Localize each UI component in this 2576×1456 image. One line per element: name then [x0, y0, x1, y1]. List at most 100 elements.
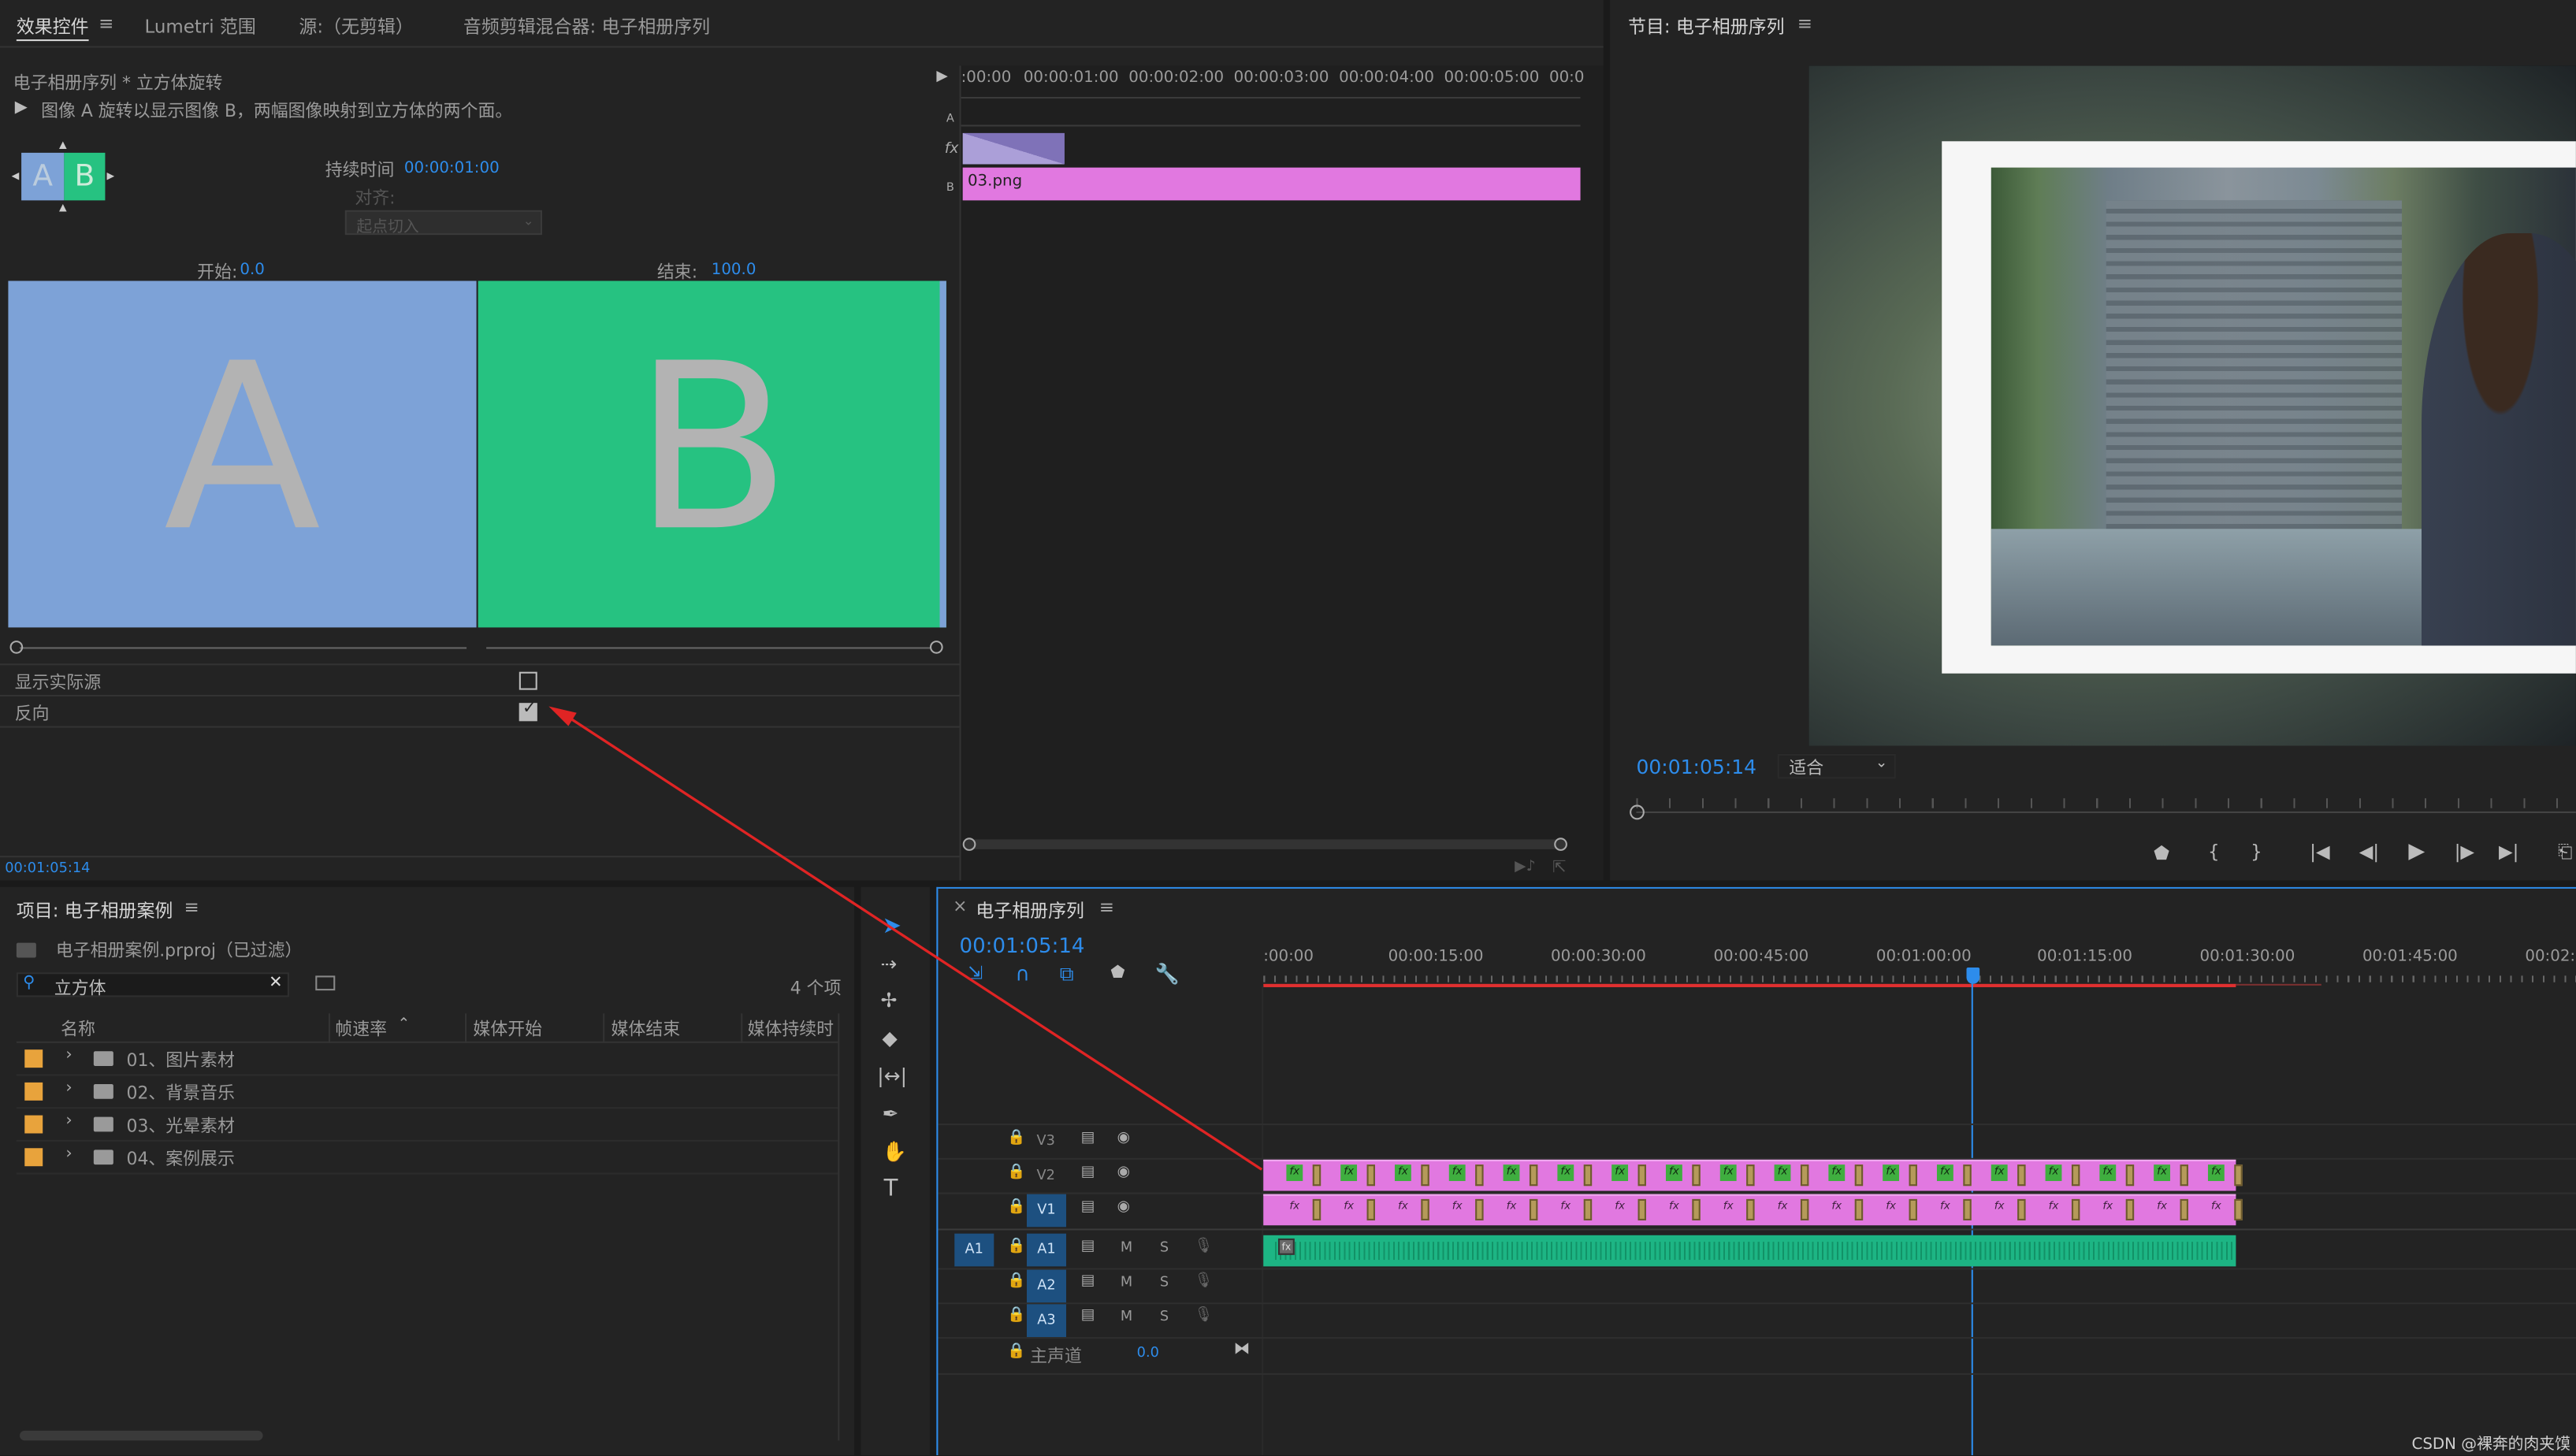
step-forward-icon[interactable]: |▶ — [2455, 841, 2474, 862]
eye-icon[interactable]: ◉ — [1117, 1130, 1130, 1146]
transition-mark[interactable] — [2071, 1198, 2080, 1221]
mark-out-icon[interactable]: } — [2251, 841, 2262, 862]
sync-lock-icon[interactable]: ▤ — [1081, 1130, 1095, 1146]
transition-mark[interactable] — [1963, 1164, 1972, 1187]
start-value[interactable]: 0.0 — [240, 261, 265, 279]
transition-mark[interactable] — [1421, 1164, 1429, 1187]
transition-mark[interactable] — [1909, 1164, 1917, 1187]
ripple-edit-tool-icon[interactable]: ✢ — [880, 989, 897, 1012]
export-frame-icon[interactable]: ⇱ — [1552, 859, 1566, 877]
eye-icon[interactable]: ◉ — [1117, 1164, 1130, 1181]
label-color-swatch[interactable] — [24, 1049, 43, 1068]
sync-lock-icon[interactable]: ▤ — [1081, 1199, 1095, 1216]
thumbnail-arrow-left-icon[interactable]: ◀ — [12, 171, 20, 183]
lock-icon[interactable]: 🔒 — [1007, 1199, 1025, 1216]
transition-mark[interactable] — [1529, 1198, 1538, 1221]
sync-lock-icon[interactable]: ▤ — [1081, 1164, 1095, 1181]
new-search-bin-icon[interactable] — [315, 975, 336, 991]
thumbnail-arrow-down-icon[interactable]: ▲ — [59, 202, 67, 214]
microphone-icon[interactable]: 🎙 — [1195, 1239, 1214, 1255]
transition-mark[interactable] — [2180, 1164, 2188, 1187]
label-color-swatch[interactable] — [24, 1082, 43, 1101]
transition-mark[interactable] — [1312, 1164, 1321, 1187]
transition-mark[interactable] — [1475, 1164, 1484, 1187]
mini-scroll-left-handle[interactable] — [962, 838, 976, 851]
reverse-checkbox[interactable]: ✓ — [519, 700, 537, 722]
track-label-v3[interactable]: V3 — [1037, 1134, 1055, 1150]
fit-dropdown[interactable]: 适合 ⌄ — [1777, 753, 1896, 779]
slip-tool-icon[interactable]: |↔| — [877, 1064, 907, 1087]
wrench-icon[interactable]: 🔧 — [1155, 963, 1180, 986]
hand-tool-icon[interactable]: ✋ — [883, 1140, 907, 1163]
timeline-ruler[interactable]: :00:00 00:00:15:00 00:00:30:00 00:00:45:… — [1263, 943, 2576, 989]
source-patch-a1[interactable]: A1 — [954, 1233, 994, 1267]
audio-scrub-icon[interactable]: ▶♪ — [1515, 859, 1535, 875]
selection-tool-icon[interactable]: ➤ — [883, 913, 901, 939]
play-icon[interactable]: ▶ — [2408, 839, 2425, 864]
lock-icon[interactable]: 🔒 — [1007, 1164, 1025, 1181]
transition-mark[interactable] — [2234, 1198, 2243, 1221]
track-select-tool-icon[interactable]: ⇢ — [880, 953, 897, 975]
go-to-in-icon[interactable]: |◀ — [2310, 841, 2329, 862]
solo-button[interactable]: S — [1160, 1309, 1169, 1326]
mini-transition-clip[interactable] — [962, 132, 1065, 165]
program-timecode[interactable]: 00:01:05:14 — [1636, 756, 1756, 778]
track-target-a2[interactable]: A2 — [1027, 1269, 1067, 1303]
sync-lock-icon[interactable]: ▤ — [1081, 1239, 1095, 1255]
tab-source[interactable]: 源:（无剪辑） — [299, 13, 413, 39]
label-color-swatch[interactable] — [24, 1148, 43, 1167]
transition-mark[interactable] — [1475, 1198, 1484, 1221]
program-scrub-bar[interactable] — [1630, 798, 2576, 821]
transition-mark[interactable] — [1637, 1164, 1646, 1187]
panel-menu-icon[interactable]: ≡ — [99, 13, 113, 35]
type-tool-icon[interactable]: T — [884, 1176, 898, 1202]
solo-button[interactable]: S — [1160, 1240, 1169, 1257]
lock-icon[interactable]: 🔒 — [1007, 1239, 1025, 1255]
transition-mark[interactable] — [1746, 1164, 1755, 1187]
pen-tool-icon[interactable]: ✒ — [883, 1102, 899, 1125]
transition-mark[interactable] — [1637, 1198, 1646, 1221]
razor-tool-icon[interactable]: ◆ — [883, 1027, 898, 1049]
timeline-title[interactable]: 电子相册序列 — [976, 897, 1084, 923]
work-area-bar[interactable] — [1263, 983, 2236, 987]
step-back-icon[interactable]: ◀| — [2359, 841, 2379, 862]
track-target-v1[interactable]: V1 — [1027, 1194, 1067, 1228]
go-to-out-icon[interactable]: ▶| — [2499, 841, 2518, 862]
mini-scrollbar[interactable] — [964, 839, 1566, 849]
panel-menu-icon[interactable]: ≡ — [1797, 13, 1812, 35]
nest-sequence-icon[interactable]: ⇲ — [968, 963, 983, 984]
lift-icon[interactable]: ⎗ — [2558, 841, 2572, 864]
start-slider-handle[interactable] — [9, 641, 24, 654]
column-media-duration[interactable]: 媒体持续时 — [748, 1016, 834, 1041]
column-media-end[interactable]: 媒体结束 — [611, 1016, 681, 1041]
mark-in-icon[interactable]: { — [2208, 841, 2220, 862]
go-to-master-icon[interactable]: ⧓ — [1234, 1340, 1251, 1358]
transition-mark[interactable] — [1963, 1198, 1972, 1221]
tab-lumetri-scopes[interactable]: Lumetri 范围 — [144, 13, 255, 39]
tab-effect-controls[interactable]: 效果控件 — [17, 13, 89, 39]
timeline-timecode[interactable]: 00:01:05:14 — [960, 933, 1085, 957]
transition-mark[interactable] — [2234, 1164, 2243, 1187]
transition-mark[interactable] — [1800, 1164, 1809, 1187]
mini-scroll-right-handle[interactable] — [1554, 838, 1567, 851]
transition-mark[interactable] — [2125, 1164, 2135, 1187]
project-title[interactable]: 项目: 电子相册案例 — [17, 897, 173, 923]
list-item[interactable]: › 04、案例展示 — [16, 1142, 838, 1175]
transition-mark[interactable] — [2180, 1198, 2188, 1221]
play-transition-icon[interactable]: ▶ — [936, 69, 947, 86]
column-name[interactable]: 名称 — [61, 1016, 95, 1041]
linked-selection-icon[interactable]: ⧉ — [1060, 963, 1074, 987]
master-volume-value[interactable]: 0.0 — [1137, 1345, 1159, 1361]
transition-mark[interactable] — [1529, 1164, 1538, 1187]
program-monitor-title[interactable]: 节目: 电子相册序列 — [1628, 13, 1784, 39]
solo-button[interactable]: S — [1160, 1275, 1169, 1291]
microphone-icon[interactable]: 🎙 — [1195, 1273, 1214, 1290]
scrub-handle[interactable] — [1630, 804, 1645, 820]
track-target-a1[interactable]: A1 — [1027, 1233, 1067, 1267]
track-label-v2[interactable]: V2 — [1037, 1168, 1055, 1184]
transition-mark[interactable] — [2017, 1198, 2026, 1221]
transition-mark[interactable] — [1692, 1164, 1701, 1187]
lock-icon[interactable]: 🔒 — [1007, 1130, 1025, 1146]
eye-icon[interactable]: ◉ — [1117, 1199, 1130, 1216]
chevron-right-icon[interactable]: › — [65, 1112, 72, 1130]
